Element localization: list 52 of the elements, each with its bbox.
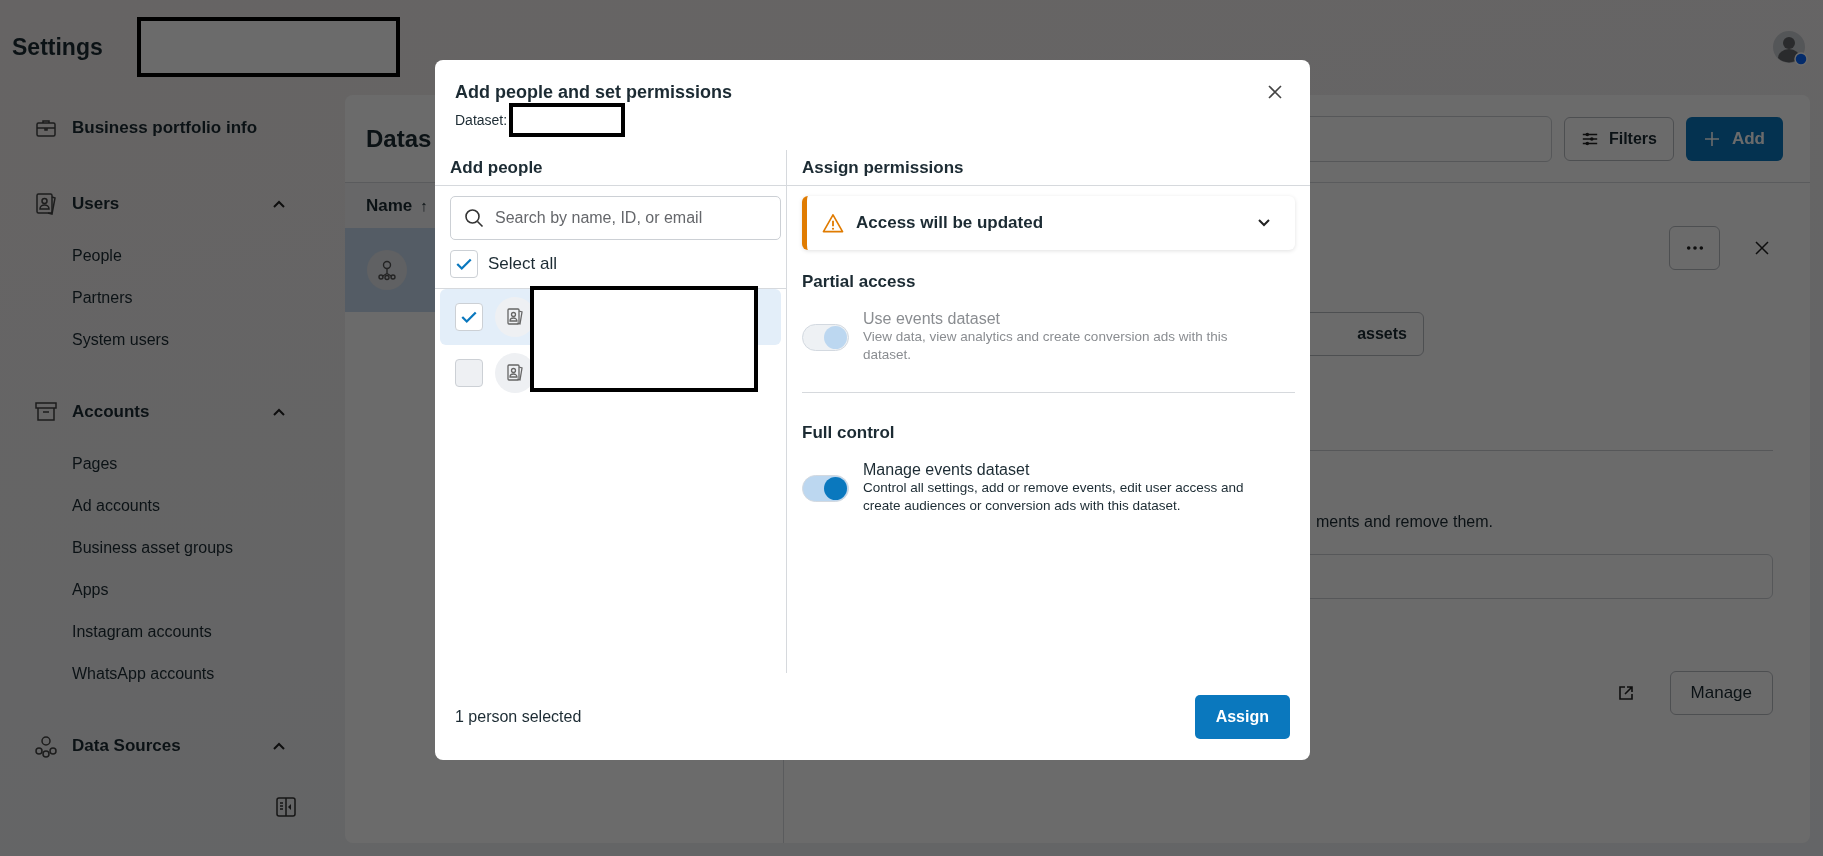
sort-arrow[interactable]: ↑ (420, 197, 428, 214)
warning-banner[interactable]: Access will be updated (802, 196, 1295, 250)
collapse-panel-icon[interactable] (274, 795, 298, 819)
avatar-icon[interactable] (1772, 29, 1808, 66)
sidebar-item[interactable]: Partners (34, 277, 345, 319)
dataset-label: Dataset: (455, 112, 508, 128)
external-link-icon[interactable] (1617, 685, 1634, 701)
assign-button[interactable]: Assign (1194, 694, 1290, 739)
description-text: ments and remove them. (1315, 513, 1494, 531)
sidebar-item[interactable]: Pages (34, 443, 345, 485)
toggle-switch[interactable] (802, 474, 849, 502)
sidebar-section[interactable]: Business portfolio info (72, 118, 286, 138)
search-icon (464, 208, 484, 228)
sidebar-section[interactable]: Users (72, 194, 272, 214)
plus-icon (1703, 130, 1720, 147)
sidebar-section[interactable]: Accounts (72, 402, 272, 422)
checkbox[interactable] (455, 303, 483, 331)
network-nodes-icon (34, 734, 58, 758)
sidebar-item[interactable]: Apps (34, 569, 345, 611)
selection-count: 1 person selected (455, 707, 582, 726)
search-field[interactable]: Search by name, ID, or email (450, 196, 781, 240)
sidebar-section[interactable]: Data Sources (72, 736, 272, 756)
option-description: View data, view analytics and create conversion ads with this dataset. (863, 328, 1229, 364)
section-heading: Full control (802, 423, 896, 443)
dataset-icon (367, 250, 407, 290)
dialog-title: Add people and set permissions (455, 82, 733, 103)
option-description: Control all settings, add or remove events, edit user access and create audiences or conversion ads with this dataset. (863, 479, 1245, 515)
add-button[interactable]: Add (1685, 116, 1783, 161)
sidebar-item[interactable]: Business asset groups (34, 527, 345, 569)
sidebar-item[interactable]: People (34, 235, 345, 277)
sidebar-item[interactable]: Instagram accounts (34, 611, 345, 653)
sidebar-item[interactable]: System users (34, 319, 345, 361)
warning-icon (822, 213, 844, 233)
ellipsis-icon (1685, 245, 1704, 251)
sidebar-item[interactable]: Ad accounts (34, 485, 345, 527)
option-label: Use events dataset (863, 310, 1001, 328)
column-heading: Assign permissions (787, 150, 1310, 186)
checkbox-label[interactable]: Select all (488, 254, 557, 274)
filters-button[interactable]: Filters (1563, 116, 1674, 161)
page-heading: Datas (366, 124, 432, 153)
checkbox[interactable] (455, 359, 483, 387)
option-label: Manage events dataset (863, 461, 1031, 479)
column-heading: Add people (435, 150, 786, 186)
section-heading: Partial access (802, 272, 917, 292)
page-title: Settings (12, 34, 103, 61)
archive-box-icon (34, 400, 58, 424)
checkbox[interactable] (450, 250, 478, 278)
id-card-icon (34, 192, 58, 216)
manage-button[interactable]: Manage (1669, 671, 1773, 715)
sidebar-item[interactable]: WhatsApp accounts (34, 653, 345, 695)
close-icon[interactable] (1267, 84, 1283, 100)
column-header[interactable]: Name (366, 195, 413, 216)
